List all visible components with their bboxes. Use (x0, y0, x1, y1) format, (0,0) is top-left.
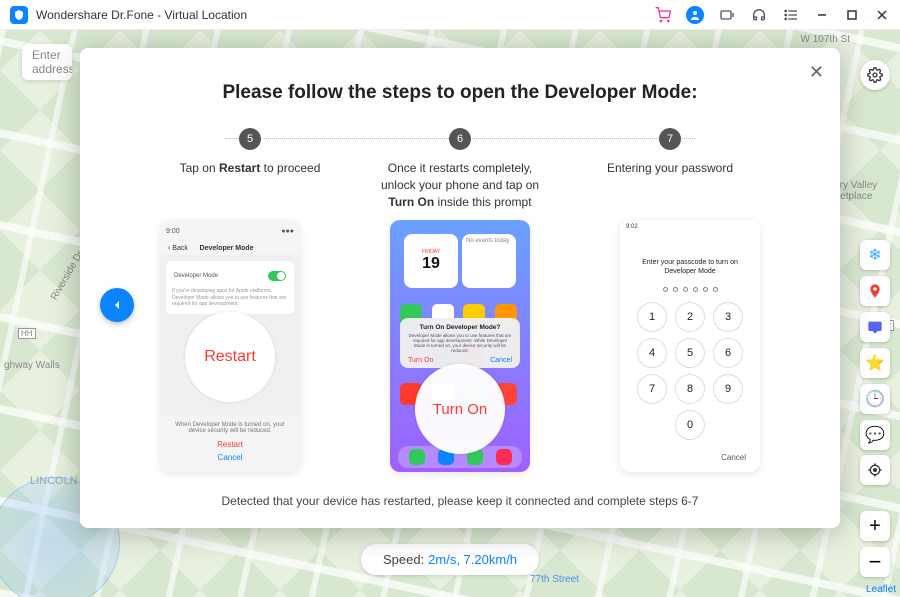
step-num-5: 5 (239, 128, 261, 150)
toggle-icon (268, 271, 286, 281)
phone-turnon: FRIDAY 19 No events today Turn On Develo… (390, 220, 530, 472)
step-text-7: Entering your password (607, 160, 733, 210)
tool-clock-icon[interactable]: 🕒 (860, 384, 890, 414)
key-8: 8 (675, 374, 705, 404)
key-5: 5 (675, 338, 705, 368)
app-title: Wondershare Dr.Fone - Virtual Location (36, 8, 654, 22)
minimize-button[interactable] (814, 7, 830, 23)
step-5: 5 Tap on Restart to proceed (160, 128, 340, 210)
search-input[interactable]: Enter address (22, 44, 72, 80)
tool-star-icon[interactable]: ⭐ (860, 348, 890, 378)
phone-mockups-row: 9:00●●● ‹ Back Developer Mode Developer … (130, 220, 790, 472)
key-blank2 (713, 410, 743, 440)
modal-title: Please follow the steps to open the Deve… (130, 82, 790, 104)
titlebar: Wondershare Dr.Fone - Virtual Location (0, 0, 900, 30)
p1-toggle-row: Developer Mode If you're developing apps… (166, 261, 294, 314)
tool-chat-icon[interactable]: 💬 (860, 420, 890, 450)
map-attribution[interactable]: Leaflet (866, 584, 896, 595)
p3-prompt: Enter your passcode to turn on Developer… (620, 234, 760, 282)
map-label-w107: W 107th St (801, 34, 850, 45)
speed-label: Speed: (383, 552, 424, 567)
tool-discord-icon[interactable] (860, 312, 890, 342)
phone-passcode: 9:02 Enter your passcode to turn on Deve… (620, 220, 760, 472)
step-text-6: Once it restarts completely, unlock your… (370, 160, 550, 210)
phone-restart: 9:00●●● ‹ Back Developer Mode Developer … (160, 220, 300, 472)
tool-snow-icon[interactable]: ❄ (860, 240, 890, 270)
developer-mode-modal: ✕ Please follow the steps to open the De… (80, 48, 840, 528)
key-7: 7 (637, 374, 667, 404)
close-window-button[interactable] (874, 7, 890, 23)
user-icon[interactable] (686, 6, 704, 24)
app-logo-icon (10, 6, 28, 24)
map-label-w77: 77th Street (530, 574, 579, 585)
p2-cal-widget: FRIDAY 19 (404, 234, 458, 288)
speed-value: 2m/s, 7.20km/h (428, 552, 517, 567)
p1-restart-circle: Restart (185, 312, 275, 402)
p3-time: 9:02 (620, 220, 760, 234)
steps-header-row: 5 Tap on Restart to proceed 6 Once it re… (130, 128, 790, 210)
modal-footer-text: Detected that your device has restarted,… (130, 494, 790, 508)
key-3: 3 (713, 302, 743, 332)
step-num-7: 7 (659, 128, 681, 150)
key-4: 4 (637, 338, 667, 368)
maximize-button[interactable] (844, 7, 860, 23)
right-tool-panel: ❄ ⭐ 🕒 💬 (860, 240, 890, 450)
step-num-6: 6 (449, 128, 471, 150)
tool-gmaps-icon[interactable] (860, 276, 890, 306)
zoom-in-button[interactable]: + (860, 511, 890, 541)
search-placeholder: Enter address (32, 48, 72, 76)
p2-prompt: Turn On Developer Mode? Developer Mode a… (400, 318, 520, 368)
cart-icon[interactable] (654, 6, 672, 24)
record-icon[interactable] (718, 6, 736, 24)
map-shield-hh: HH (18, 328, 36, 339)
zoom-out-button[interactable]: − (860, 547, 890, 577)
close-icon[interactable]: ✕ (809, 62, 824, 83)
p1-header: ‹ Back Developer Mode (160, 242, 300, 255)
speed-bar: Speed: 2m/s, 7.20km/h (361, 544, 539, 575)
p3-dots (620, 287, 760, 292)
key-9: 9 (713, 374, 743, 404)
settings-gear-icon[interactable] (860, 60, 890, 90)
p2-events-widget: No events today (462, 234, 516, 288)
step-6: 6 Once it restarts completely, unlock yo… (370, 128, 550, 210)
key-1: 1 (637, 302, 667, 332)
p2-turnon-circle: Turn On (415, 364, 505, 454)
p3-cancel: Cancel (721, 453, 746, 462)
map-label-highway: ghway Walls (4, 360, 60, 371)
back-button[interactable] (100, 288, 134, 322)
key-2: 2 (675, 302, 705, 332)
p3-keypad: 1 2 3 4 5 6 7 8 9 0 (620, 302, 760, 440)
key-6: 6 (713, 338, 743, 368)
p1-action-sheet: When Developer Mode is turned on, your d… (160, 416, 300, 472)
zoom-panel: + − (860, 511, 890, 577)
step-7: 7 Entering your password (580, 128, 760, 210)
p1-topbar: 9:00●●● (160, 220, 300, 242)
key-0: 0 (675, 410, 705, 440)
list-icon[interactable] (782, 6, 800, 24)
step-text-5: Tap on Restart to proceed (180, 160, 321, 210)
locate-button[interactable] (860, 455, 890, 485)
key-blank (637, 410, 667, 440)
support-icon[interactable] (750, 6, 768, 24)
